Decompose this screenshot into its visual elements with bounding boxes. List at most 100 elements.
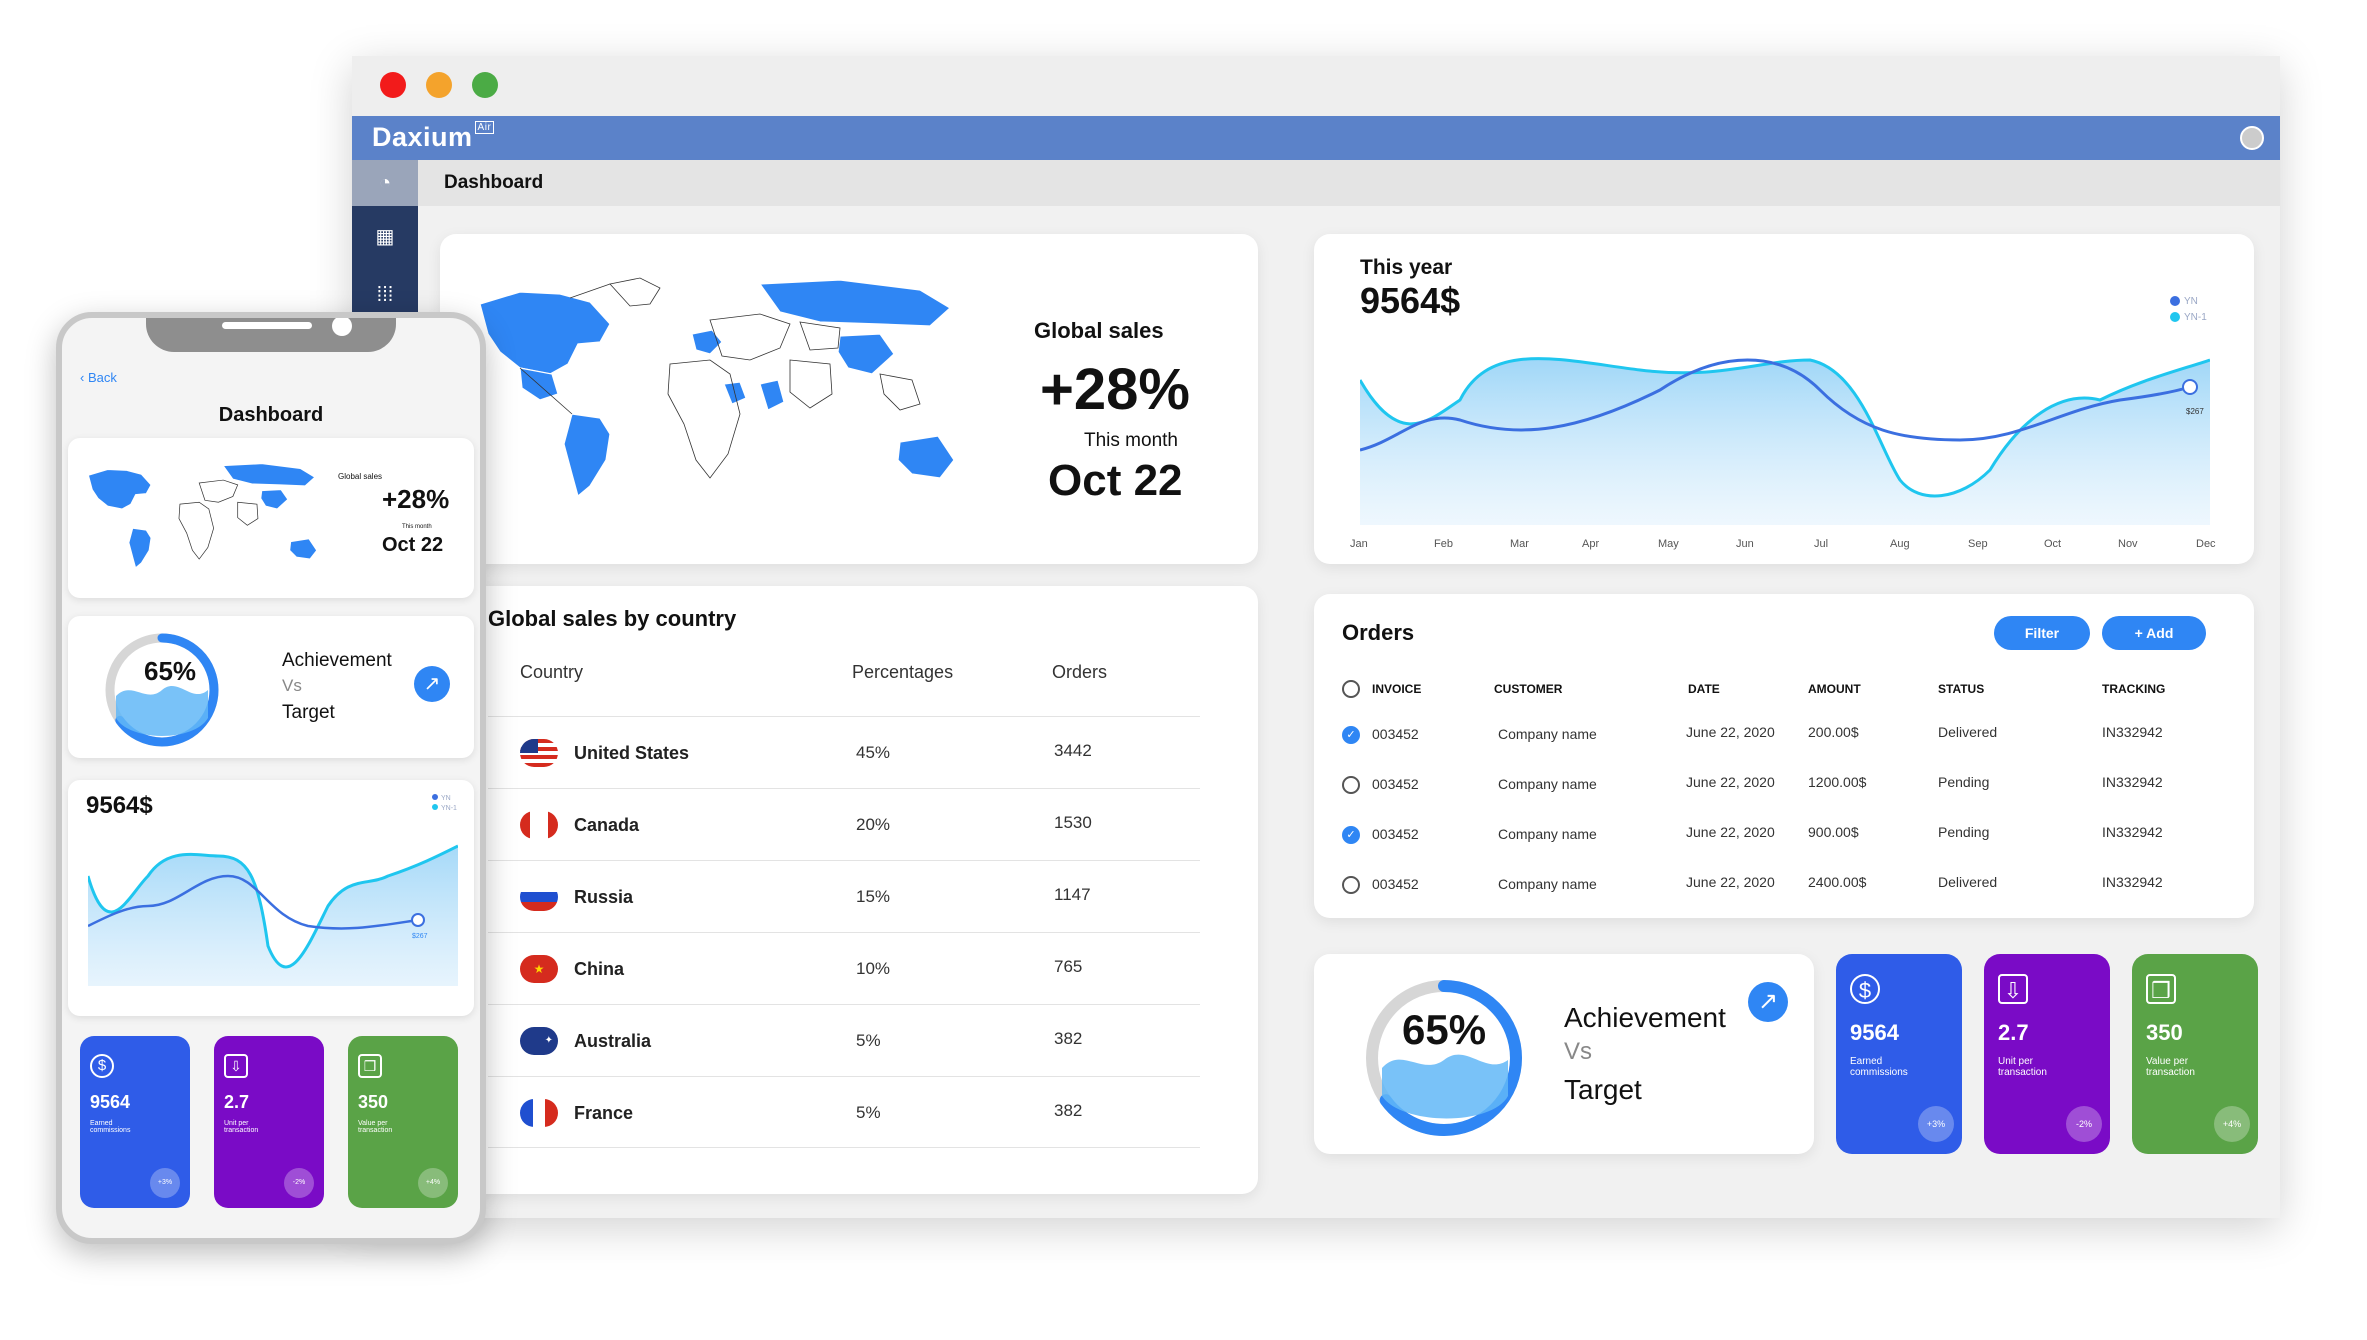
col-header-invoice[interactable]: INVOICE	[1372, 682, 1421, 696]
order-invoice: 003452	[1372, 726, 1419, 742]
month-label: Dec	[2196, 538, 2216, 550]
kpi-value-per-transaction[interactable]: ❒ 350 Value per transaction +4%	[2132, 954, 2258, 1154]
order-amount: 1200.00$	[1808, 774, 1867, 790]
this-year-value: 9564$	[1360, 280, 1461, 321]
flag-australia-icon: ✦	[520, 1027, 558, 1055]
month-label: Nov	[2118, 538, 2138, 550]
achievement-percent: 65%	[1402, 1006, 1487, 1053]
kpi-trend-badge: -2%	[2066, 1106, 2102, 1142]
legend-yn: YN	[2170, 296, 2198, 307]
col-header-date[interactable]: DATE	[1688, 682, 1720, 696]
flag-france-icon	[520, 1099, 558, 1127]
map-india	[759, 379, 785, 411]
col-header-status[interactable]: STATUS	[1938, 682, 1984, 696]
global-sales-value: +28%	[1040, 357, 1190, 422]
phone-global-sales-date: Oct 22	[382, 534, 444, 556]
map-australia	[897, 435, 955, 479]
order-tracking[interactable]: IN332942	[2102, 824, 2163, 840]
phone-notch	[146, 318, 396, 352]
month-label: May	[1658, 538, 1679, 550]
order-customer: Company name	[1498, 776, 1597, 792]
user-avatar[interactable]	[2240, 126, 2264, 150]
orders-title: Orders	[1342, 620, 1415, 645]
month-label: Aug	[1890, 538, 1910, 550]
kpi-unit-per-transaction[interactable]: ⇩ 2.7 Unit per transaction -2%	[1984, 954, 2110, 1154]
arrow-up-right-icon[interactable]: ↗	[414, 666, 450, 702]
phone-achievement-percent: 65%	[144, 656, 197, 686]
table-row[interactable]: Canada 20% 1530	[488, 788, 1200, 860]
country-name: Australia	[574, 1031, 652, 1051]
phone-kpi-unit-per-transaction[interactable]: ⇩ 2.7 Unit per transaction -2%	[214, 1036, 324, 1208]
maximize-window-button[interactable]	[472, 72, 498, 98]
dashboard-pie-icon[interactable]: ◔	[352, 160, 418, 206]
row-checkbox[interactable]	[1342, 876, 1360, 894]
this-year-chart-card: This year 9564$ YN YN-1 $267 Jan Feb Mar…	[1314, 234, 2254, 564]
order-tracking[interactable]: IN332942	[2102, 724, 2163, 740]
order-tracking[interactable]: IN332942	[2102, 874, 2163, 890]
app-logo[interactable]: Daxium Air	[372, 121, 495, 153]
phone-kpi-earned-commissions[interactable]: $ 9564 Earned commissions +3%	[80, 1036, 190, 1208]
table-row[interactable]: France 5% 382	[488, 1076, 1200, 1148]
flag-china-icon: ★	[520, 955, 558, 983]
filter-button[interactable]: Filter	[1994, 616, 2090, 650]
country-percentage: 20%	[856, 815, 891, 834]
col-header-orders[interactable]: Orders	[1052, 662, 1107, 683]
mobile-phone-frame: ‹ Back Dashboard Global sales +28% This …	[56, 312, 486, 1244]
flag-russia-icon	[520, 883, 558, 911]
country-orders: 1147	[1054, 885, 1091, 904]
phone-chart-value: 9564$	[86, 792, 153, 819]
add-order-button[interactable]: + Add	[2102, 616, 2206, 650]
col-header-country[interactable]: Country	[520, 662, 583, 683]
col-header-tracking[interactable]: TRACKING	[2102, 682, 2165, 696]
order-customer: Company name	[1498, 876, 1597, 892]
series-yn1-area	[1360, 358, 2210, 525]
phone-camera	[332, 318, 352, 336]
month-label: Mar	[1510, 538, 1529, 550]
row-checkbox[interactable]: ✓	[1342, 726, 1360, 744]
col-header-customer[interactable]: CUSTOMER	[1494, 682, 1562, 696]
table-row[interactable]: United States 45% 3442	[488, 716, 1200, 788]
order-tracking[interactable]: IN332942	[2102, 774, 2163, 790]
table-row[interactable]: ★ China 10% 765	[488, 932, 1200, 1004]
close-window-button[interactable]	[380, 72, 406, 98]
order-status: Delivered	[1938, 724, 1998, 740]
order-customer: Company name	[1498, 726, 1597, 742]
select-all-radio[interactable]	[1342, 680, 1360, 698]
desktop-window: Daxium Air Dashboard ◔ ▦ ⁞⁞⁞ Global sale…	[352, 56, 2280, 1218]
arrow-up-right-icon[interactable]: ↗	[1748, 982, 1788, 1022]
country-percentage: 15%	[856, 887, 891, 906]
phone-kpi-value-per-transaction[interactable]: ❒ 350 Value per transaction +4%	[348, 1036, 458, 1208]
table-row[interactable]: Russia 15% 1147	[488, 860, 1200, 932]
flag-canada-icon	[520, 811, 558, 839]
phone-legend-yn: YN	[432, 794, 451, 802]
phone-achievement-title: Achievement	[282, 650, 392, 671]
dollar-icon: $	[1850, 974, 1880, 1004]
kpi-value: 350	[2146, 1020, 2183, 1045]
phone-achievement-vs: Vs	[282, 676, 302, 695]
country-orders: 1530	[1054, 813, 1092, 832]
phone-page-title: Dashboard	[218, 404, 324, 426]
table-row[interactable]: ✦ Australia 5% 382	[488, 1004, 1200, 1076]
apps-grid-icon[interactable]: ⁞⁞⁞	[374, 284, 396, 306]
phone-kpi-value: 350	[358, 1092, 389, 1112]
calendar-icon[interactable]: ▦	[374, 226, 396, 248]
back-link[interactable]: ‹ Back	[80, 370, 117, 385]
kpi-earned-commissions[interactable]: $ 9564 Earned commissions +3%	[1836, 954, 1962, 1154]
col-header-percentages[interactable]: Percentages	[852, 662, 953, 683]
row-checkbox[interactable]	[1342, 776, 1360, 794]
order-amount: 900.00$	[1808, 824, 1859, 840]
order-amount: 200.00$	[1808, 724, 1859, 740]
phone-kpi-badge: +4%	[418, 1168, 448, 1198]
point-label: $267	[2186, 407, 2204, 416]
row-checkbox[interactable]: ✓	[1342, 826, 1360, 844]
order-status: Pending	[1938, 824, 1990, 840]
minimize-window-button[interactable]	[426, 72, 452, 98]
col-header-amount[interactable]: AMOUNT	[1808, 682, 1861, 696]
map-south-america	[563, 413, 611, 498]
flag-us-icon	[520, 739, 558, 767]
country-name: Canada	[574, 815, 640, 835]
series-yn-endpoint[interactable]	[2182, 379, 2198, 395]
map-china	[837, 333, 895, 375]
order-date: June 22, 2020	[1686, 824, 1775, 840]
orders-card: Orders Filter + Add INVOICE CUSTOMER DAT…	[1314, 594, 2254, 918]
